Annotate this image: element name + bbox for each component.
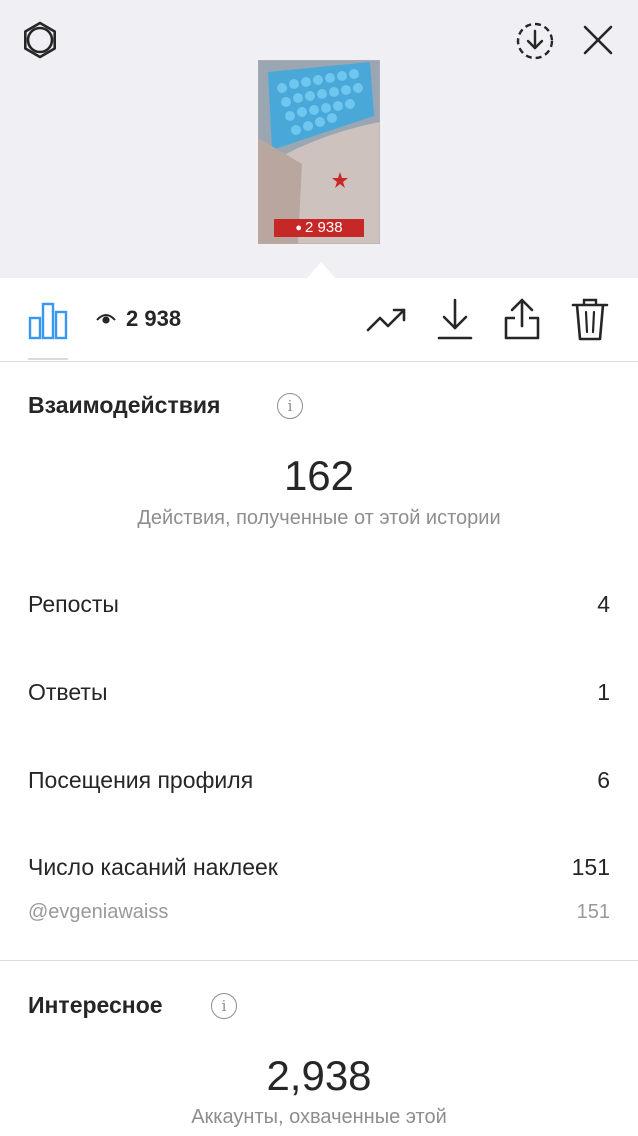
stat-value: 151 [571,854,610,880]
stat-row-profile-visits: Посещения профиля 6 [28,767,610,794]
tab-underline [28,358,68,360]
discovery-title: Интересное [28,992,163,1018]
promote-button[interactable] [362,298,412,342]
download-icon [437,298,473,340]
delete-button[interactable] [566,294,614,344]
close-button[interactable] [576,18,620,62]
trash-icon [571,298,609,341]
mention-value: 151 [576,901,610,923]
close-icon [583,25,613,55]
stat-row-reposts: Репосты 4 [28,591,610,618]
discovery-total: 2,938 [266,1052,372,1099]
story-preview-area: ● 2 938 [0,0,638,278]
stat-label: Ответы [28,679,108,705]
insights-toolbar: 2 938 [0,278,638,362]
stat-label: Число касаний наклеек [28,854,278,880]
thumbnail-views-count: 2 938 [305,219,343,236]
story-thumbnail-image [258,60,380,244]
eye-icon [96,314,116,324]
info-icon[interactable]: i [211,993,237,1019]
stat-row-replies: Ответы 1 [28,679,610,706]
share-icon [504,298,540,340]
stat-label: Посещения профиля [28,767,254,793]
story-thumbnail[interactable]: ● 2 938 [258,60,380,244]
interactions-total: 162 [283,452,355,499]
discovery-caption: Аккаунты, охваченные этой [191,1106,447,1128]
stat-label: Репосты [28,591,119,617]
views-count: 2 938 [126,306,182,331]
interactions-caption: Действия, полученные от этой истории [137,507,501,529]
settings-icon [24,21,57,59]
info-icon[interactable]: i [277,393,303,419]
stat-subrow-mention[interactable]: @evgeniawaiss 151 [28,901,610,924]
promote-icon [366,308,406,332]
thumbnail-views-badge: ● 2 938 [274,219,364,237]
save-story-button[interactable] [512,18,558,64]
mention-label: @evgeniawaiss [28,901,169,923]
stat-row-sticker-taps: Число касаний наклеек 151 [28,854,610,881]
views-counter[interactable]: 2 938 [96,306,181,332]
stat-value: 4 [597,591,610,617]
selected-story-pointer [307,262,335,278]
section-divider [0,960,638,961]
stat-value: 6 [597,767,610,793]
insights-tab[interactable] [24,296,72,344]
bar-chart-icon [28,302,68,340]
settings-button[interactable] [18,18,62,62]
download-button[interactable] [432,294,478,344]
interactions-title: Взаимодействия [28,392,221,418]
download-circle-icon [516,22,554,60]
eye-icon: ● [295,222,303,234]
share-button[interactable] [498,294,546,344]
stat-value: 1 [597,679,610,705]
